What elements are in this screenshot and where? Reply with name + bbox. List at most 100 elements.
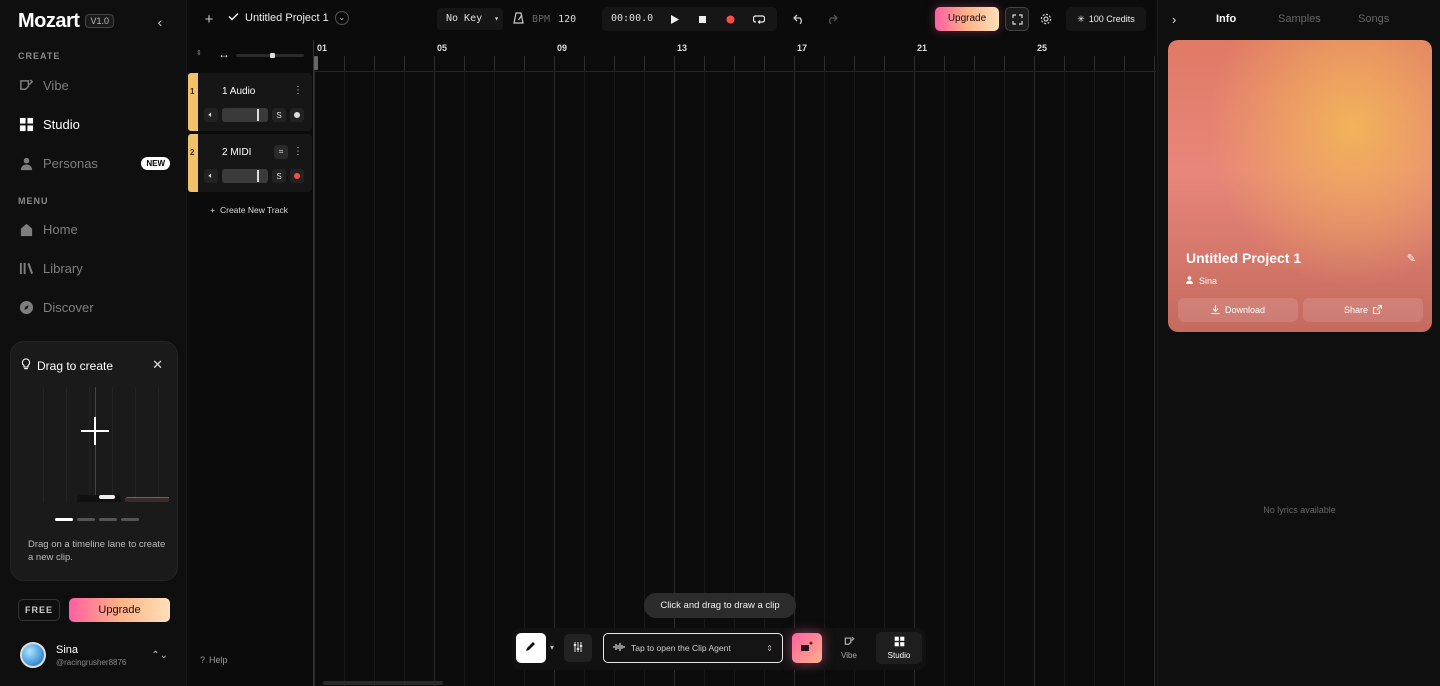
chevron-down-icon[interactable]: ▾	[550, 643, 554, 652]
app-logo[interactable]: Mozart	[18, 10, 80, 33]
pencil-tool-button[interactable]	[516, 633, 546, 663]
tab-samples[interactable]: Samples	[1278, 13, 1321, 25]
horizontal-zoom-icon[interactable]: ↔	[218, 47, 230, 61]
share-button[interactable]: Share	[1303, 298, 1423, 322]
record-dot-icon	[294, 173, 300, 179]
user-menu[interactable]: Sina @racingrusher8876 ⌃⌄	[20, 641, 180, 669]
add-icon[interactable]: +	[198, 8, 220, 30]
sidebar-item-discover[interactable]: Discover	[18, 295, 170, 319]
bar-label: 13	[677, 43, 688, 53]
volume-slider[interactable]	[222, 108, 268, 122]
timeline-ruler[interactable]: 01 05 09 13 17 21 25	[314, 40, 1156, 72]
solo-button[interactable]: S	[272, 169, 286, 183]
chevron-updown-icon: ⌃⌄	[151, 649, 168, 661]
drag-card-description: Drag on a timeline lane to create a new …	[28, 539, 166, 563]
no-lyrics-text: No lyrics available	[1263, 505, 1336, 515]
zoom-slider[interactable]	[236, 53, 304, 58]
upgrade-button[interactable]: Upgrade	[935, 7, 999, 31]
play-icon[interactable]	[664, 8, 686, 30]
close-icon[interactable]: ✕	[152, 357, 163, 373]
record-icon[interactable]	[719, 8, 741, 30]
cover-owner: Sina	[1186, 276, 1217, 286]
bar-label: 17	[797, 43, 808, 53]
redo-icon[interactable]	[821, 8, 843, 30]
ai-agent-button[interactable]	[792, 633, 822, 663]
speaker-icon[interactable]: 🔈︎	[204, 108, 218, 122]
key-select[interactable]: No Key ▾	[437, 8, 503, 30]
timeline-grid[interactable]: 01 05 09 13 17 21 25	[313, 40, 1156, 686]
chevron-right-icon[interactable]: ›	[1172, 12, 1176, 27]
playhead-handle[interactable]	[314, 56, 318, 70]
credits-badge[interactable]: ✳ 100 Credits	[1066, 7, 1146, 31]
sidebar-item-studio[interactable]: Studio	[18, 112, 170, 136]
download-button[interactable]: Download	[1178, 298, 1298, 322]
avatar	[20, 642, 46, 668]
mode-studio-button[interactable]: Studio	[876, 632, 922, 664]
pencil-icon	[525, 639, 537, 657]
gear-icon[interactable]	[1035, 8, 1057, 30]
track-row[interactable]: 1 1 Audio ⋮ 🔈︎ S	[188, 73, 312, 131]
more-vertical-icon[interactable]: ⋮	[293, 85, 303, 96]
key-value: No Key	[446, 13, 483, 24]
speaker-icon[interactable]: 🔈︎	[204, 169, 218, 183]
track-name[interactable]: 1 Audio	[222, 86, 255, 97]
vibe-icon	[18, 77, 34, 93]
mode-vibe-button[interactable]: Vibe	[826, 632, 872, 664]
volume-slider[interactable]	[222, 169, 268, 183]
track-name[interactable]: 2 MIDI	[222, 147, 251, 158]
carousel-dot[interactable]	[121, 518, 139, 521]
record-arm-button[interactable]	[290, 169, 304, 183]
fullscreen-icon[interactable]	[1005, 7, 1029, 31]
bpm-value[interactable]: 120	[558, 14, 576, 25]
check-icon	[228, 12, 239, 24]
sidebar-item-vibe[interactable]: Vibe	[18, 73, 170, 97]
sidebar-upgrade-button[interactable]: Upgrade	[69, 598, 170, 622]
midi-editor-icon[interactable]: ⌗	[274, 145, 288, 159]
top-toolbar: + Untitled Project 1 ⌄ No Key ▾ BPM 120 …	[188, 0, 1155, 38]
solo-button[interactable]: S	[272, 108, 286, 122]
sidebar-item-home[interactable]: Home	[18, 217, 170, 241]
chevron-updown-icon[interactable]: ⇕	[196, 49, 202, 57]
stop-icon[interactable]	[691, 8, 713, 30]
record-arm-button[interactable]	[290, 108, 304, 122]
horizontal-scrollbar[interactable]	[323, 681, 443, 685]
more-vertical-icon[interactable]: ⋮	[293, 146, 303, 157]
vibe-icon	[844, 636, 855, 649]
clip-agent-input[interactable]: Tap to open the Clip Agent ⇕	[603, 633, 783, 663]
project-title-dropdown[interactable]: Untitled Project 1 ⌄	[228, 11, 349, 25]
user-info: Sina @racingrusher8876	[56, 644, 126, 667]
sidebar-item-library[interactable]: Library	[18, 256, 170, 280]
sidebar: Mozart V1.0 ‹ CREATE Vibe Studio Persona…	[0, 0, 187, 686]
undo-icon[interactable]	[788, 8, 810, 30]
studio-grid-icon	[18, 116, 34, 132]
user-icon	[1186, 276, 1195, 286]
track-row[interactable]: 2 2 MIDI ⌗ ⋮ 🔈︎ S	[188, 134, 312, 192]
home-icon	[18, 221, 34, 237]
help-button[interactable]: ? Help	[192, 650, 242, 670]
create-track-label: Create New Track	[219, 205, 288, 215]
loop-icon[interactable]	[748, 8, 770, 30]
zoom-slider-thumb[interactable]	[270, 53, 275, 58]
user-name: Sina	[56, 643, 79, 656]
bar-label: 01	[317, 43, 328, 53]
track-color-stripe: 2	[188, 134, 198, 192]
tab-songs[interactable]: Songs	[1358, 13, 1389, 25]
carousel-dot[interactable]	[99, 518, 117, 521]
project-cover-card: Untitled Project 1 ✎ Sina Download Share	[1168, 40, 1432, 332]
bpm-control[interactable]: BPM 120	[513, 8, 576, 30]
chevron-down-icon: ▾	[494, 14, 499, 23]
clip-agent-placeholder: Tap to open the Clip Agent	[631, 643, 731, 653]
sidebar-item-label: Studio	[43, 116, 80, 132]
tab-info[interactable]: Info	[1216, 13, 1236, 25]
edit-pencil-icon[interactable]: ✎	[1407, 252, 1416, 265]
create-new-track-button[interactable]: + Create New Track	[210, 205, 288, 215]
mixer-tool-button[interactable]	[564, 634, 592, 662]
version-badge: V1.0	[85, 14, 114, 28]
sidebar-item-personas[interactable]: Personas NEW	[18, 151, 170, 175]
metronome-icon[interactable]	[513, 11, 524, 27]
collapse-sidebar-icon[interactable]: ‹	[152, 14, 168, 30]
carousel-dot[interactable]	[55, 518, 73, 521]
plan-badge: FREE	[18, 599, 60, 621]
track-list: ⇕ ↔ 1 1 Audio ⋮ 🔈︎ S 2 2 MIDI ⌗ ⋮ 🔈︎ S +…	[188, 40, 312, 686]
carousel-dot[interactable]	[77, 518, 95, 521]
